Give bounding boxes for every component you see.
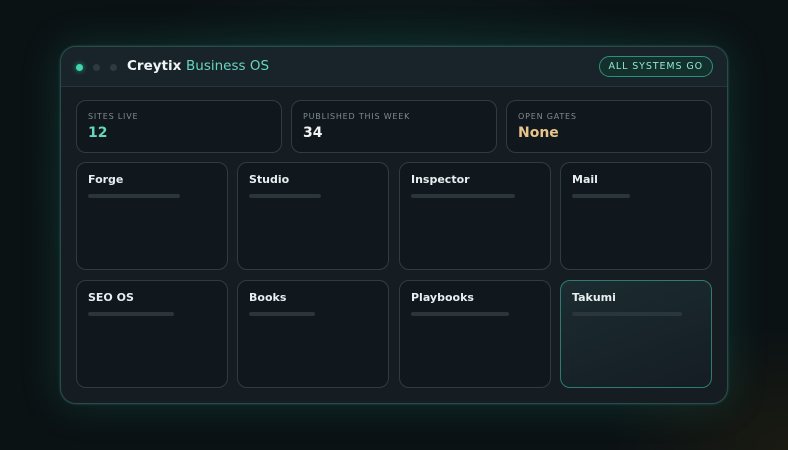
- app-card-placeholder-bar: [88, 312, 174, 316]
- app-card-title: Mail: [572, 173, 598, 186]
- stat-value: 12: [88, 125, 108, 141]
- app-card-inspector[interactable]: Inspector: [399, 162, 551, 270]
- status-dot-icon: [76, 64, 83, 71]
- app-card-placeholder-bar: [572, 312, 682, 316]
- app-card-takumi[interactable]: Takumi: [560, 280, 712, 388]
- app-card-seo-os[interactable]: SEO OS: [76, 280, 228, 388]
- app-card-title: Studio: [249, 173, 290, 186]
- app-window: Creytix Business OS ALL SYSTEMS GO SITES…: [60, 46, 728, 404]
- app-card-title: Playbooks: [411, 291, 474, 304]
- app-card-title: SEO OS: [88, 291, 134, 304]
- app-card-placeholder-bar: [249, 312, 315, 316]
- window-dot-icon: [93, 64, 100, 71]
- stat-value: None: [518, 125, 559, 141]
- app-card-placeholder-bar: [572, 194, 630, 198]
- stat-label: OPEN GATES: [518, 112, 577, 121]
- app-card-playbooks[interactable]: Playbooks: [399, 280, 551, 388]
- window-dot-icon: [110, 64, 117, 71]
- stat-open-gates: OPEN GATES None: [506, 100, 712, 153]
- app-card-forge[interactable]: Forge: [76, 162, 228, 270]
- title-bar: Creytix Business OS ALL SYSTEMS GO: [61, 47, 727, 87]
- app-card-placeholder-bar: [411, 194, 515, 198]
- stat-label: PUBLISHED THIS WEEK: [303, 112, 411, 121]
- app-card-title: Forge: [88, 173, 124, 186]
- stat-sites-live: SITES LIVE 12: [76, 100, 282, 153]
- app-title: Creytix Business OS: [127, 58, 269, 74]
- brand-name: Creytix: [127, 58, 182, 74]
- app-card-placeholder-bar: [411, 312, 509, 316]
- app-card-placeholder-bar: [88, 194, 180, 198]
- app-card-mail[interactable]: Mail: [560, 162, 712, 270]
- app-card-title: Books: [249, 291, 287, 304]
- app-card-studio[interactable]: Studio: [237, 162, 389, 270]
- app-card-placeholder-bar: [249, 194, 321, 198]
- app-card-title: Takumi: [572, 291, 616, 304]
- status-badge: ALL SYSTEMS GO: [598, 56, 713, 77]
- app-card-books[interactable]: Books: [237, 280, 389, 388]
- stat-published-this-week: PUBLISHED THIS WEEK 34: [291, 100, 497, 153]
- app-card-title: Inspector: [411, 173, 470, 186]
- stat-label: SITES LIVE: [88, 112, 139, 121]
- product-name: Business OS: [186, 58, 270, 74]
- stat-value: 34: [303, 125, 323, 141]
